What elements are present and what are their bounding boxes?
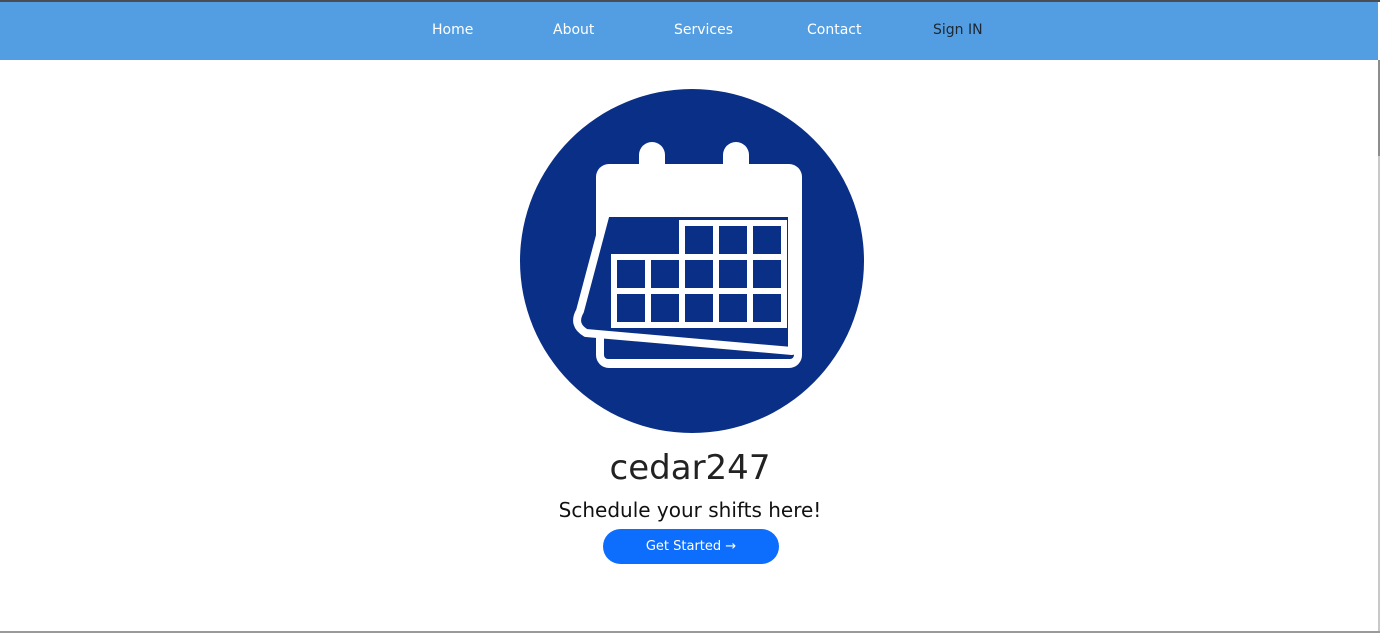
- get-started-button[interactable]: Get Started →: [603, 529, 779, 564]
- nav-contact-link[interactable]: Contact: [807, 22, 861, 39]
- brand-title: cedar247: [609, 448, 771, 488]
- page: Home About Services Contact Sign IN ceda…: [0, 0, 1380, 633]
- hero-tagline: Schedule your shifts here!: [558, 498, 822, 522]
- nav-sign-in-link[interactable]: Sign IN: [933, 22, 983, 39]
- nav-about-link[interactable]: About: [553, 22, 594, 39]
- nav-home-link[interactable]: Home: [432, 22, 473, 39]
- nav-services-link[interactable]: Services: [674, 22, 733, 39]
- calendar-logo-icon: [520, 89, 864, 433]
- top-navbar: Home About Services Contact Sign IN: [0, 2, 1378, 60]
